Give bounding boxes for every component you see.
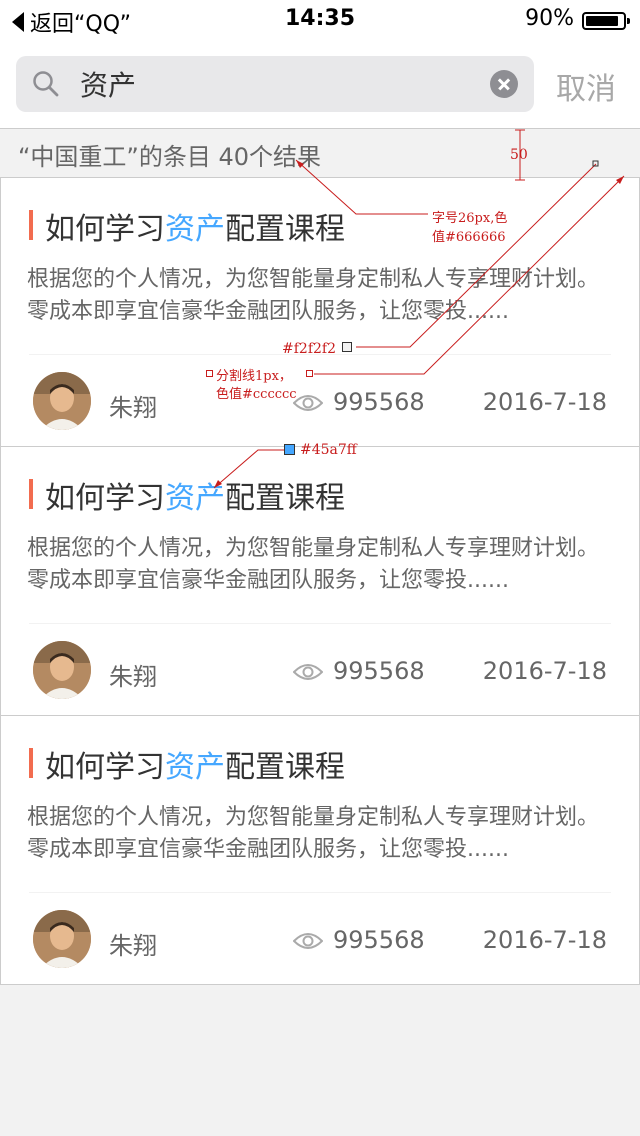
battery-icon: [582, 12, 630, 30]
annotation-height: 50: [510, 147, 528, 163]
publish-date: 2016-7-18: [482, 657, 607, 685]
annotation-divider-line2: 色值#cccccc: [216, 387, 297, 402]
annotation-divider-line1: 分割线1px，: [216, 369, 292, 384]
annotation-font-line1: 字号26px,色: [432, 211, 508, 226]
publish-date: 2016-7-18: [482, 926, 607, 954]
result-count-header: “中国重工”的条目 40个结果: [0, 128, 640, 178]
view-count: 995568: [333, 657, 425, 685]
annotation-divider-color: #f2f2f2: [282, 341, 336, 357]
status-bar: 返回“QQ” 14:35 90%: [0, 0, 640, 40]
author-name: 朱翔: [109, 663, 157, 691]
eye-icon: [293, 933, 323, 949]
article-card[interactable]: 如何学习资产配置课程 根据您的个人情况，为您智能量身定制私人专享理财计划。零成本…: [0, 447, 640, 716]
article-summary: 根据您的个人情况，为您智能量身定制私人专享理财计划。零成本即享宜信豪华金融团队服…: [27, 536, 600, 593]
card-divider: [29, 892, 611, 893]
search-bar: 取消: [0, 40, 640, 128]
article-summary: 根据您的个人情况，为您智能量身定制私人专享理财计划。零成本即享宜信豪华金融团队服…: [27, 805, 600, 862]
view-count: 995568: [333, 388, 425, 416]
annotation-marker: [206, 370, 213, 377]
title-accent-bar: [29, 748, 33, 778]
search-icon: [33, 71, 59, 97]
clear-search-icon[interactable]: [490, 70, 518, 98]
article-card[interactable]: 如何学习资产配置课程 根据您的个人情况，为您智能量身定制私人专享理财计划。零成本…: [0, 178, 640, 447]
article-card[interactable]: 如何学习资产配置课程 根据您的个人情况，为您智能量身定制私人专享理财计划。零成本…: [0, 716, 640, 985]
cancel-button[interactable]: 取消: [556, 64, 616, 108]
annotation-highlight-color: #45a7ff: [300, 442, 357, 458]
author-avatar[interactable]: [33, 372, 91, 430]
author-name: 朱翔: [109, 932, 157, 960]
article-title: 如何学习资产配置课程: [45, 212, 345, 247]
view-count: 995568: [333, 926, 425, 954]
annotation-swatch-45a7ff: [284, 444, 295, 455]
article-title: 如何学习资产配置课程: [45, 481, 345, 516]
title-accent-bar: [29, 479, 33, 509]
result-count-text: “中国重工”的条目 40个结果: [18, 143, 322, 171]
search-box[interactable]: [16, 56, 534, 112]
author-name: 朱翔: [109, 394, 157, 422]
title-accent-bar: [29, 210, 33, 240]
author-avatar[interactable]: [33, 910, 91, 968]
article-summary: 根据您的个人情况，为您智能量身定制私人专享理财计划。零成本即享宜信豪华金融团队服…: [27, 267, 600, 324]
card-divider: [29, 623, 611, 624]
annotation-marker: [306, 370, 313, 377]
author-avatar[interactable]: [33, 641, 91, 699]
annotation-swatch-f2f2f2: [342, 342, 352, 352]
publish-date: 2016-7-18: [482, 388, 607, 416]
search-input[interactable]: [80, 66, 480, 102]
article-title: 如何学习资产配置课程: [45, 750, 345, 785]
annotation-font-line2: 值#666666: [432, 230, 506, 245]
eye-icon: [293, 395, 323, 411]
battery-percent: 90%: [525, 6, 574, 31]
eye-icon: [293, 664, 323, 680]
